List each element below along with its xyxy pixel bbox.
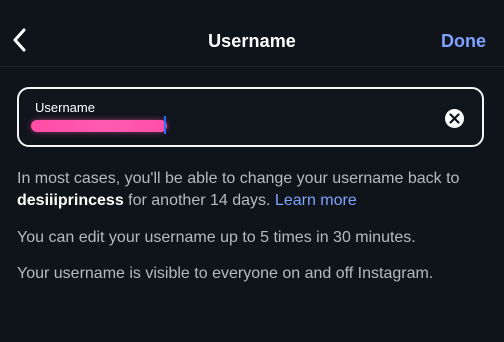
username-input-redacted[interactable] bbox=[31, 120, 167, 132]
username-edit-screen: Username Done Username In most cases, yo… bbox=[0, 0, 504, 342]
page-title: Username bbox=[208, 31, 296, 51]
change-back-info: In most cases, you'll be able to change … bbox=[17, 168, 487, 212]
done-button[interactable]: Done bbox=[441, 31, 486, 52]
change-back-text-suffix: for another 14 days. bbox=[123, 192, 275, 209]
clear-input-button[interactable] bbox=[445, 109, 464, 128]
visibility-info: Your username is visible to everyone on … bbox=[17, 265, 434, 282]
previous-username: desiiiprincess bbox=[17, 192, 124, 209]
top-bar: Username Done bbox=[0, 0, 504, 67]
learn-more-link[interactable]: Learn more bbox=[275, 192, 357, 209]
edit-limit-info: You can edit your username up to 5 times… bbox=[17, 229, 416, 246]
clear-x-icon bbox=[449, 113, 460, 124]
username-field[interactable]: Username bbox=[17, 87, 484, 147]
username-field-label: Username bbox=[35, 100, 95, 115]
text-cursor bbox=[164, 116, 166, 134]
change-back-text-prefix: In most cases, you'll be able to change … bbox=[17, 170, 460, 187]
